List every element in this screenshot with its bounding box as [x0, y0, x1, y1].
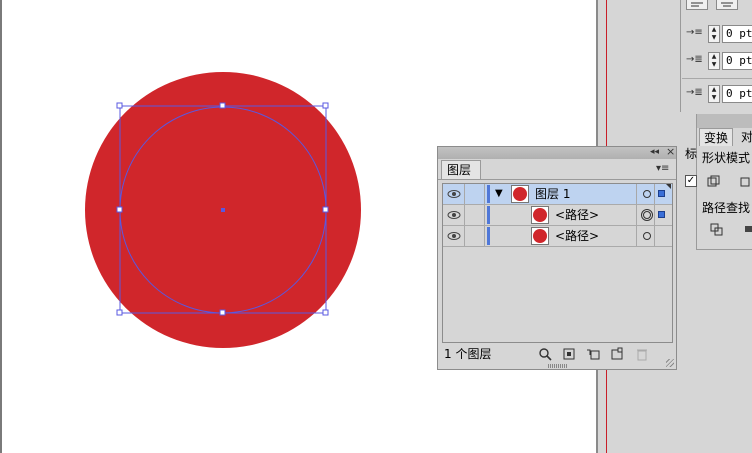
column-divider: [464, 226, 465, 246]
column-divider: [464, 184, 465, 204]
handle-top-right[interactable]: [322, 102, 329, 109]
panel-resize-corner[interactable]: [666, 359, 674, 367]
handle-left[interactable]: [116, 206, 123, 213]
left-indent-icon: →≡: [686, 27, 703, 38]
target-icon[interactable]: [643, 232, 651, 240]
close-icon[interactable]: ×: [666, 144, 675, 160]
first-line-indent-icon: →≣: [686, 54, 703, 65]
space-before-stepper[interactable]: ▲ ▼: [708, 85, 720, 103]
left-indent-row: →≡ ▲ ▼ 0 pt: [686, 24, 752, 44]
column-divider: [654, 184, 655, 204]
handle-top[interactable]: [219, 102, 226, 109]
panel-resize-grip[interactable]: [548, 364, 568, 368]
expand-triangle-icon[interactable]: ▼: [495, 187, 503, 201]
first-line-indent-row: →≣ ▲ ▼ 0 pt: [686, 51, 752, 71]
align-center-button[interactable]: [716, 0, 738, 10]
pathfinder-tabs: 变换 对: [697, 128, 752, 146]
handle-right[interactable]: [322, 206, 329, 213]
path-thumbnail: [531, 206, 549, 224]
column-divider: [484, 205, 485, 225]
tab-layers[interactable]: 图层: [441, 160, 481, 179]
divide-icon[interactable]: [710, 223, 724, 237]
unite-icon[interactable]: [707, 175, 721, 189]
handle-top-left[interactable]: [116, 102, 123, 109]
selection-indicator[interactable]: [658, 211, 665, 218]
handle-bottom-left[interactable]: [116, 309, 123, 316]
column-divider: [464, 205, 465, 225]
column-divider: [636, 205, 637, 225]
tab-divider: [438, 179, 676, 180]
create-sublayer-icon[interactable]: [586, 347, 600, 361]
layer-color-bar: [487, 227, 490, 245]
column-divider: [484, 226, 485, 246]
eye-icon[interactable]: [446, 209, 462, 221]
tab-transform[interactable]: 变换: [699, 128, 734, 146]
pathfinders-label: 路径查找: [702, 201, 751, 215]
column-divider: [654, 205, 655, 225]
align-left-icon: [691, 2, 703, 7]
layers-footer: 1 个图层: [442, 345, 673, 363]
path-name[interactable]: <路径>: [555, 207, 599, 223]
trim-icon[interactable]: [744, 223, 752, 237]
space-before-field[interactable]: 0 pt: [722, 85, 752, 103]
eye-icon[interactable]: [446, 230, 462, 242]
target-inner-icon: [643, 211, 651, 219]
layer-name[interactable]: 图层 1: [535, 186, 570, 202]
pathfinder-panel-header[interactable]: [697, 114, 752, 128]
make-clipping-mask-icon[interactable]: [562, 347, 576, 361]
checkbox[interactable]: ✓: [685, 175, 697, 187]
align-center-icon: [721, 2, 733, 7]
column-divider: [484, 184, 485, 204]
space-before-row: →≣ ▲ ▼ 0 pt: [686, 84, 752, 104]
layers-list[interactable]: ▼ 图层 1 <路径> <路径>: [442, 183, 673, 343]
column-divider: [636, 226, 637, 246]
path-row[interactable]: <路径>: [443, 205, 672, 226]
layer-row[interactable]: ▼ 图层 1: [443, 184, 672, 205]
new-layer-icon[interactable]: [610, 347, 624, 361]
tab-align[interactable]: 对: [737, 128, 752, 146]
handle-bottom-right[interactable]: [322, 309, 329, 316]
layer-count: 1 个图层: [444, 347, 492, 361]
layers-panel: ◂◂ × 图层 ▾≡ ▼ 图层 1 <路径> <路径> 1 个图层: [437, 144, 677, 370]
align-left-button[interactable]: [686, 0, 708, 10]
layer-thumbnail: [511, 185, 529, 203]
column-divider: [654, 226, 655, 246]
first-line-indent-stepper[interactable]: ▲ ▼: [708, 52, 720, 70]
eye-icon[interactable]: [446, 188, 462, 200]
layer-color-bar: [487, 185, 490, 203]
left-indent-stepper[interactable]: ▲ ▼: [708, 25, 720, 43]
selection-corner-icon: [666, 184, 671, 189]
paragraph-divider: [682, 78, 752, 79]
space-before-icon: →≣: [686, 87, 703, 98]
collapse-icon[interactable]: ◂◂: [650, 145, 659, 159]
panel-menu-icon[interactable]: ▾≡: [656, 162, 669, 176]
delete-layer-icon[interactable]: [635, 347, 649, 361]
column-divider: [636, 184, 637, 204]
target-icon[interactable]: [643, 190, 651, 198]
layers-panel-titlebar[interactable]: ◂◂ ×: [438, 144, 676, 160]
locate-object-icon[interactable]: [538, 347, 552, 361]
path-name[interactable]: <路径>: [555, 228, 599, 244]
left-indent-field[interactable]: 0 pt: [722, 25, 752, 43]
selection-indicator[interactable]: [658, 190, 665, 197]
first-line-indent-field[interactable]: 0 pt: [722, 52, 752, 70]
cut-label: 标: [685, 147, 698, 161]
layer-color-bar: [487, 206, 490, 224]
shape-modes-label: 形状模式: [702, 151, 751, 165]
handle-bottom[interactable]: [219, 309, 226, 316]
center-point: [221, 208, 225, 212]
path-row[interactable]: <路径>: [443, 226, 672, 247]
minus-front-icon[interactable]: [740, 175, 752, 189]
path-thumbnail: [531, 227, 549, 245]
